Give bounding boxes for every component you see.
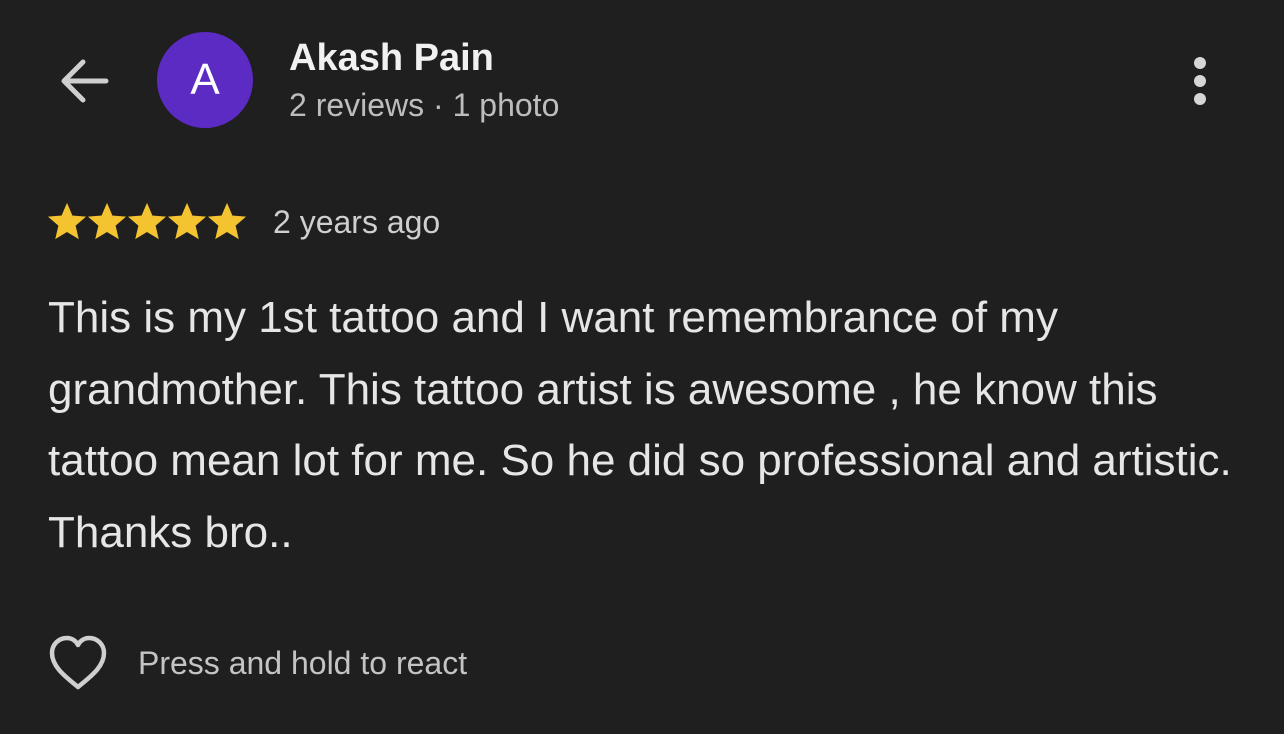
react-button[interactable]: Press and hold to react: [46, 630, 467, 696]
star-icon: [207, 202, 247, 240]
back-button[interactable]: [52, 52, 116, 110]
heart-outline-icon: [49, 635, 107, 690]
star-icon: [127, 202, 167, 240]
star-icon: [87, 202, 127, 240]
review-date: 2 years ago: [273, 203, 441, 240]
rating-row: 2 years ago: [47, 196, 440, 248]
star-rating: [47, 202, 247, 242]
star-icon: [167, 202, 207, 240]
review-text: This is my 1st tattoo and I want remembr…: [48, 293, 1232, 557]
arrow-left-icon: [61, 59, 109, 103]
avatar-letter: A: [190, 55, 220, 104]
review-header: A Akash Pain 2 reviews · 1 photo: [0, 0, 1284, 160]
more-options-button[interactable]: [1172, 50, 1228, 112]
avatar[interactable]: A: [157, 32, 253, 128]
author-meta: 2 reviews · 1 photo: [289, 87, 560, 123]
author-name[interactable]: Akash Pain: [289, 36, 494, 80]
react-label: Press and hold to react: [138, 644, 468, 681]
more-vert-icon: [1194, 57, 1206, 105]
star-icon: [47, 202, 87, 240]
